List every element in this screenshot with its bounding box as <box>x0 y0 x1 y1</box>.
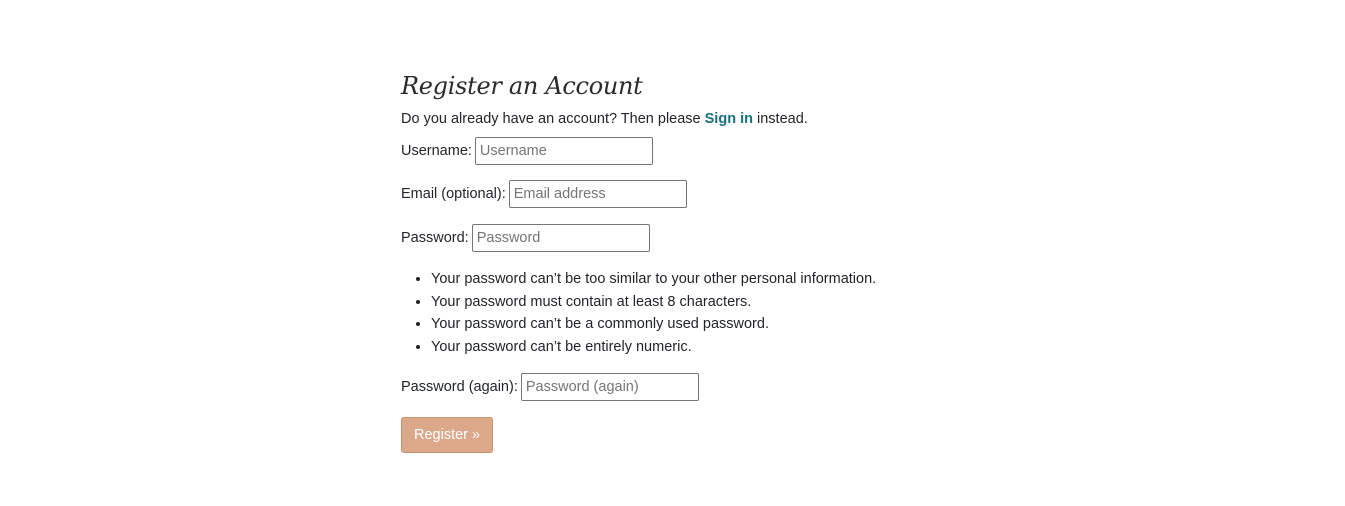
username-label: Username: <box>401 143 472 159</box>
password-again-input[interactable] <box>520 373 699 401</box>
password-requirement: Your password can’t be entirely numeric. <box>431 336 1021 359</box>
page: Register an Account Do you already have … <box>0 0 1345 506</box>
page-title: Register an Account <box>401 72 643 100</box>
sign-in-prompt-suffix: instead. <box>752 111 808 127</box>
password-label: Password: <box>401 230 469 246</box>
register-button[interactable]: Register » <box>401 417 494 453</box>
sign-in-link[interactable]: Sign in <box>705 111 753 127</box>
registration-panel: Register an Account Do you already have … <box>401 70 1021 453</box>
email-label: Email (optional): <box>401 186 506 202</box>
password-requirement: Your password can’t be a commonly used p… <box>431 313 1021 336</box>
password-requirement: Your password must contain at least 8 ch… <box>431 291 1021 314</box>
sign-in-prompt: Do you already have an account? Then ple… <box>401 109 1021 129</box>
password-requirements-list: Your password can’t be too similar to yo… <box>401 268 1021 358</box>
password-again-label: Password (again): <box>401 379 518 395</box>
sign-in-prompt-prefix: Do you already have an account? Then ple… <box>401 111 705 127</box>
password-row: Password: <box>401 224 1021 252</box>
email-row: Email (optional): <box>401 180 1021 208</box>
username-input[interactable] <box>474 137 653 165</box>
password-again-row: Password (again): <box>401 373 1021 401</box>
password-input[interactable] <box>471 224 650 252</box>
email-input[interactable] <box>508 180 687 208</box>
password-requirement: Your password can’t be too similar to yo… <box>431 268 1021 291</box>
signup-form: Username: Email (optional): Password: Yo… <box>401 137 1021 453</box>
username-row: Username: <box>401 137 1021 165</box>
